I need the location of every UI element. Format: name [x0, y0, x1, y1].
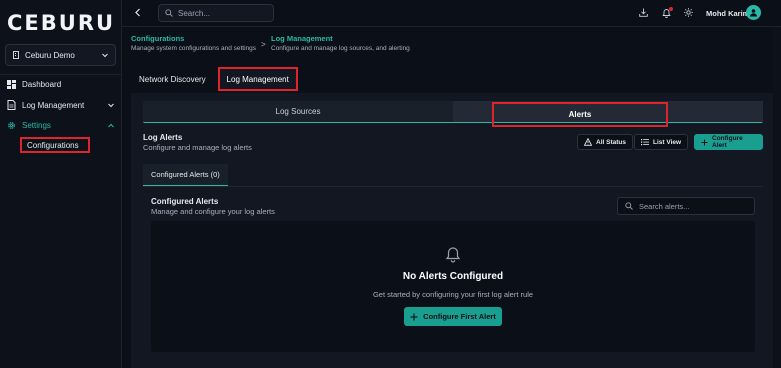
configure-first-alert-button[interactable]: Configure First Alert	[404, 307, 502, 326]
dashboard-icon	[7, 80, 16, 89]
sidebar-divider	[0, 74, 122, 75]
search-placeholder: Search...	[178, 8, 211, 18]
workspace-selector[interactable]: Ceburu Demo	[5, 44, 116, 66]
avatar[interactable]	[746, 5, 761, 20]
breadcrumb-separator: >	[261, 40, 266, 49]
tab-network-discovery[interactable]: Network Discovery	[131, 75, 214, 84]
topbar: Search... Mohd Karim	[122, 0, 781, 27]
tab-log-management[interactable]: Log Management	[217, 67, 298, 91]
chevron-down-icon	[107, 101, 115, 109]
button-label: Configure First Alert	[423, 312, 496, 321]
configured-alerts-subtitle: Manage and configure your log alerts	[151, 207, 275, 216]
button-label: Configure Alert	[712, 135, 743, 149]
notification-badge	[669, 7, 673, 11]
main-panel: Log Sources Alerts Log Alerts Configure …	[131, 93, 773, 368]
user-name[interactable]: Mohd Karim	[706, 9, 749, 18]
empty-state: No Alerts Configured Get started by conf…	[151, 221, 755, 352]
breadcrumb-item-configurations[interactable]: Configurations Manage system configurati…	[131, 34, 256, 52]
breadcrumb-title: Log Management	[271, 34, 333, 43]
empty-state-title: No Alerts Configured	[402, 271, 504, 282]
bell-icon	[444, 245, 462, 263]
button-label: List View	[653, 138, 682, 146]
segment-alerts[interactable]: Alerts	[492, 102, 668, 127]
app-logo[interactable]: CEBURU	[7, 11, 115, 35]
button-label: All Status	[596, 138, 626, 146]
list-icon	[641, 138, 649, 146]
search-placeholder: Search alerts...	[639, 201, 690, 211]
breadcrumb-item-log-management: Log Management Configure and manage log …	[271, 34, 410, 52]
workspace-name: Ceburu Demo	[25, 50, 75, 60]
sidebar-item-log-management[interactable]: Log Management	[7, 100, 115, 110]
global-search-input[interactable]: Search...	[158, 4, 274, 22]
segment-log-sources[interactable]: Log Sources	[143, 101, 453, 122]
configured-alerts-title: Configured Alerts	[151, 197, 219, 206]
file-icon	[7, 100, 16, 110]
sidebar-item-configurations[interactable]: Configurations	[20, 137, 90, 153]
plus-icon	[701, 139, 708, 146]
chevron-up-icon	[107, 122, 115, 130]
breadcrumb-subtitle: Configure and manage log sources, and al…	[271, 45, 410, 52]
sidebar-item-label: Dashboard	[22, 80, 62, 89]
sidebar-item-label: Settings	[22, 121, 51, 130]
sun-icon[interactable]	[684, 8, 693, 17]
segment-control: Log Sources	[143, 101, 763, 123]
search-icon	[625, 202, 633, 210]
sidebar-item-dashboard[interactable]: Dashboard	[7, 80, 115, 89]
page-scrollbar[interactable]	[773, 27, 781, 368]
all-status-button[interactable]: All Status	[577, 134, 633, 150]
breadcrumb-subtitle: Manage system configurations and setting…	[131, 45, 257, 52]
chevron-down-icon	[101, 51, 109, 59]
plus-icon	[410, 313, 418, 321]
back-arrow-icon[interactable]	[134, 8, 142, 17]
page-tabs: Network Discovery Log Management	[131, 67, 298, 91]
search-alerts-input[interactable]: Search alerts...	[617, 197, 755, 215]
download-icon[interactable]	[639, 8, 648, 17]
section-title: Log Alerts	[143, 133, 183, 142]
sidebar-item-label: Configurations	[27, 140, 79, 150]
configure-alert-button[interactable]: Configure Alert	[694, 134, 763, 150]
tab-configured-alerts[interactable]: Configured Alerts (0)	[143, 164, 228, 186]
workspace-icon	[12, 51, 20, 59]
gear-icon	[7, 121, 16, 130]
breadcrumb-title: Configurations	[131, 34, 185, 43]
search-icon	[165, 9, 173, 17]
empty-state-subtitle: Get started by configuring your first lo…	[372, 290, 534, 299]
warning-icon	[584, 138, 592, 146]
sidebar-item-label: Log Management	[22, 100, 85, 110]
sidebar-item-settings[interactable]: Settings	[7, 121, 115, 130]
list-view-button[interactable]: List View	[634, 134, 689, 150]
section-subtitle: Configure and manage log alerts	[143, 143, 252, 152]
sidebar: CEBURU Ceburu Demo Dashboard Log Managem…	[0, 0, 122, 368]
tab-divider	[143, 186, 763, 187]
user-icon	[749, 8, 758, 17]
